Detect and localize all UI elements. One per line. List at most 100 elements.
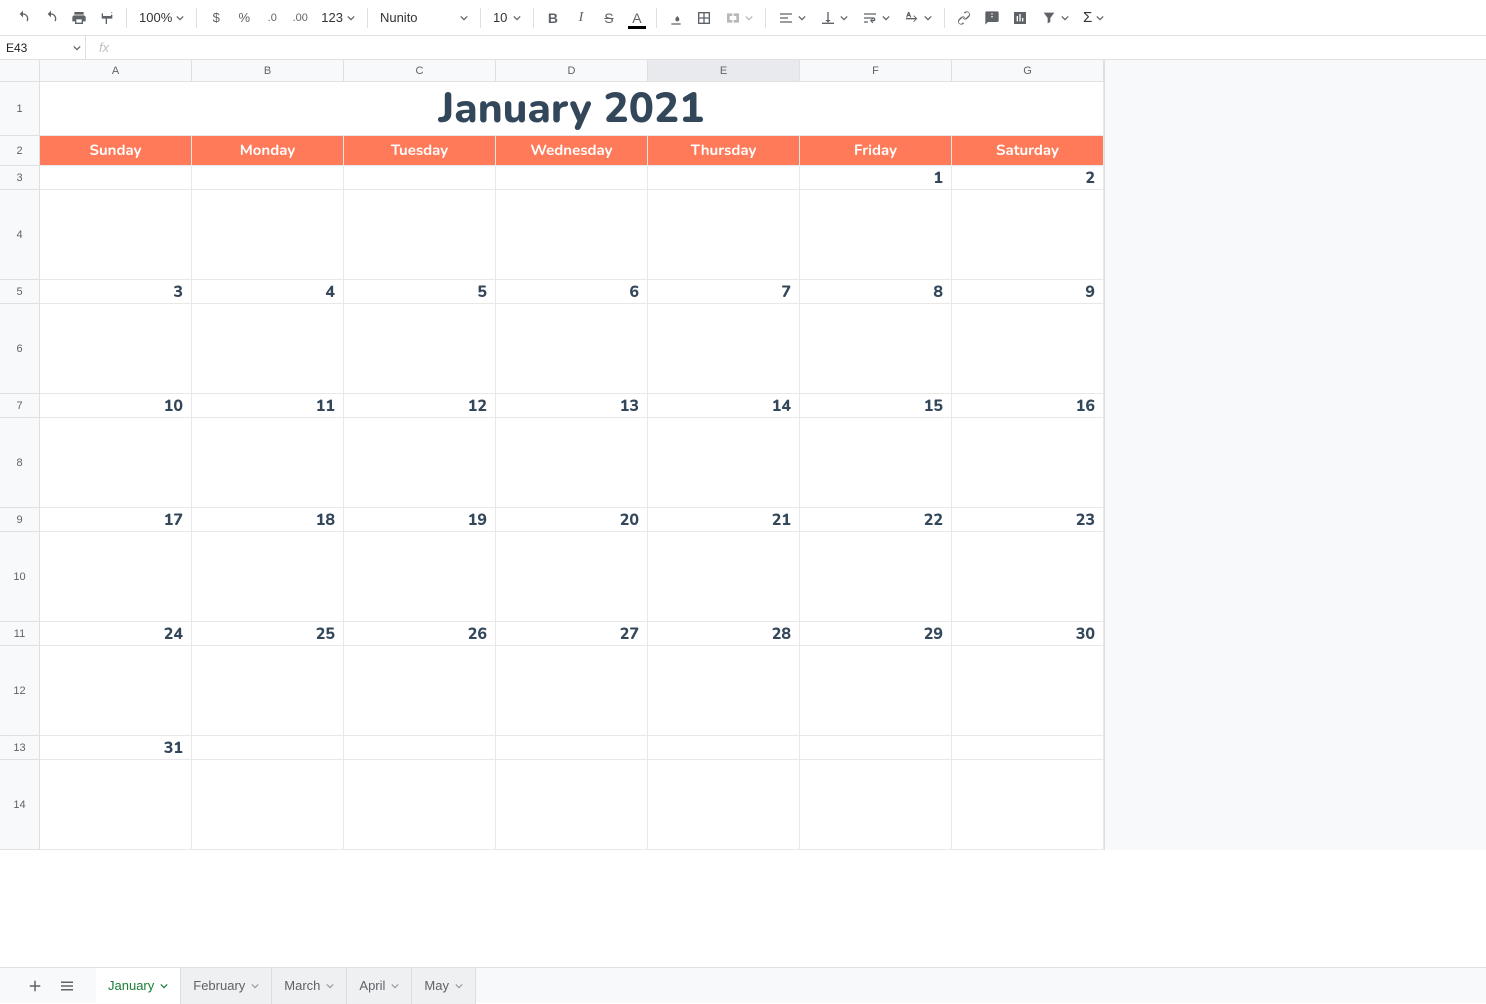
column-header[interactable]: A	[40, 60, 192, 81]
calendar-body-cell[interactable]	[648, 532, 800, 622]
row-header[interactable]: 9	[0, 508, 39, 532]
calendar-body-cell[interactable]	[496, 760, 648, 850]
column-header[interactable]: C	[344, 60, 496, 81]
row-header[interactable]: 3	[0, 166, 39, 190]
calendar-body-cell[interactable]	[192, 304, 344, 394]
calendar-body-cell[interactable]	[344, 532, 496, 622]
calendar-body-cell[interactable]	[800, 646, 952, 736]
column-header[interactable]: G	[952, 60, 1104, 81]
calendar-body-cell[interactable]	[952, 190, 1104, 280]
row-header[interactable]: 5	[0, 280, 39, 304]
date-cell[interactable]: 6	[496, 280, 648, 304]
borders-button[interactable]	[691, 5, 717, 31]
date-cell[interactable]	[192, 166, 344, 190]
date-cell[interactable]: 1	[800, 166, 952, 190]
date-cell[interactable]: 15	[800, 394, 952, 418]
calendar-body-cell[interactable]	[40, 760, 192, 850]
filter-dropdown[interactable]	[1035, 5, 1075, 31]
row-header[interactable]: 6	[0, 304, 39, 394]
row-header[interactable]: 1	[0, 82, 39, 136]
calendar-body-cell[interactable]	[496, 190, 648, 280]
calendar-body-cell[interactable]	[496, 418, 648, 508]
date-cell[interactable]	[952, 736, 1104, 760]
date-cell[interactable]: 22	[800, 508, 952, 532]
calendar-body-cell[interactable]	[952, 760, 1104, 850]
calendar-body-cell[interactable]	[496, 646, 648, 736]
insert-link-button[interactable]	[951, 5, 977, 31]
date-cell[interactable]: 31	[40, 736, 192, 760]
redo-button[interactable]	[38, 5, 64, 31]
row-header[interactable]: 4	[0, 190, 39, 280]
calendar-title[interactable]: January 2021	[40, 82, 1104, 136]
calendar-body-cell[interactable]	[40, 190, 192, 280]
calendar-body-cell[interactable]	[952, 304, 1104, 394]
date-cell[interactable]	[496, 736, 648, 760]
calendar-body-cell[interactable]	[648, 646, 800, 736]
sheet-tab[interactable]: March	[272, 968, 347, 1004]
calendar-body-cell[interactable]	[800, 304, 952, 394]
date-cell[interactable]: 25	[192, 622, 344, 646]
day-header[interactable]: Saturday	[952, 136, 1104, 166]
date-cell[interactable]	[344, 736, 496, 760]
date-cell[interactable]: 17	[40, 508, 192, 532]
date-cell[interactable]: 21	[648, 508, 800, 532]
calendar-body-cell[interactable]	[952, 418, 1104, 508]
spreadsheet-grid[interactable]: 1234567891011121314 ABCDEFG January 2021…	[0, 60, 1486, 967]
date-cell[interactable]	[648, 736, 800, 760]
date-cell[interactable]: 28	[648, 622, 800, 646]
text-rotation-dropdown[interactable]	[898, 5, 938, 31]
bold-button[interactable]: B	[540, 5, 566, 31]
calendar-body-cell[interactable]	[344, 304, 496, 394]
row-header[interactable]: 7	[0, 394, 39, 418]
calendar-body-cell[interactable]	[648, 418, 800, 508]
calendar-body-cell[interactable]	[800, 418, 952, 508]
column-header[interactable]: D	[496, 60, 648, 81]
calendar-body-cell[interactable]	[648, 190, 800, 280]
day-header[interactable]: Wednesday	[496, 136, 648, 166]
calendar-body-cell[interactable]	[496, 304, 648, 394]
calendar-body-cell[interactable]	[40, 532, 192, 622]
date-cell[interactable]: 5	[344, 280, 496, 304]
italic-button[interactable]: I	[568, 5, 594, 31]
font-family-dropdown[interactable]: Nunito	[374, 5, 474, 31]
column-header[interactable]: E	[648, 60, 800, 81]
row-header[interactable]: 12	[0, 646, 39, 736]
date-cell[interactable]	[496, 166, 648, 190]
formula-input[interactable]	[122, 36, 1486, 59]
calendar-body-cell[interactable]	[192, 418, 344, 508]
row-header[interactable]: 14	[0, 760, 39, 850]
calendar-body-cell[interactable]	[192, 190, 344, 280]
calendar-body-cell[interactable]	[192, 760, 344, 850]
horizontal-align-dropdown[interactable]	[772, 5, 812, 31]
sheet-tab[interactable]: February	[181, 968, 272, 1004]
date-cell[interactable]: 4	[192, 280, 344, 304]
calendar-body-cell[interactable]	[344, 646, 496, 736]
date-cell[interactable]: 9	[952, 280, 1104, 304]
zoom-dropdown[interactable]: 100%	[133, 5, 190, 31]
date-cell[interactable]	[800, 736, 952, 760]
date-cell[interactable]: 14	[648, 394, 800, 418]
all-sheets-button[interactable]	[52, 971, 82, 1001]
calendar-body-cell[interactable]	[952, 532, 1104, 622]
row-header[interactable]: 8	[0, 418, 39, 508]
paint-format-button[interactable]	[94, 5, 120, 31]
calendar-body-cell[interactable]	[800, 532, 952, 622]
format-percent-button[interactable]: %	[231, 5, 257, 31]
calendar-body-cell[interactable]	[648, 760, 800, 850]
calendar-body-cell[interactable]	[344, 760, 496, 850]
text-wrap-dropdown[interactable]	[856, 5, 896, 31]
date-cell[interactable]	[40, 166, 192, 190]
calendar-body-cell[interactable]	[800, 190, 952, 280]
date-cell[interactable]: 30	[952, 622, 1104, 646]
name-box[interactable]: E43	[0, 36, 86, 59]
date-cell[interactable]: 12	[344, 394, 496, 418]
date-cell[interactable]: 2	[952, 166, 1104, 190]
more-formats-dropdown[interactable]: 123	[315, 5, 361, 31]
day-header[interactable]: Sunday	[40, 136, 192, 166]
calendar-body-cell[interactable]	[192, 532, 344, 622]
print-button[interactable]	[66, 5, 92, 31]
functions-dropdown[interactable]: Σ	[1077, 5, 1110, 31]
column-header[interactable]: B	[192, 60, 344, 81]
date-cell[interactable]	[192, 736, 344, 760]
date-cell[interactable]: 20	[496, 508, 648, 532]
